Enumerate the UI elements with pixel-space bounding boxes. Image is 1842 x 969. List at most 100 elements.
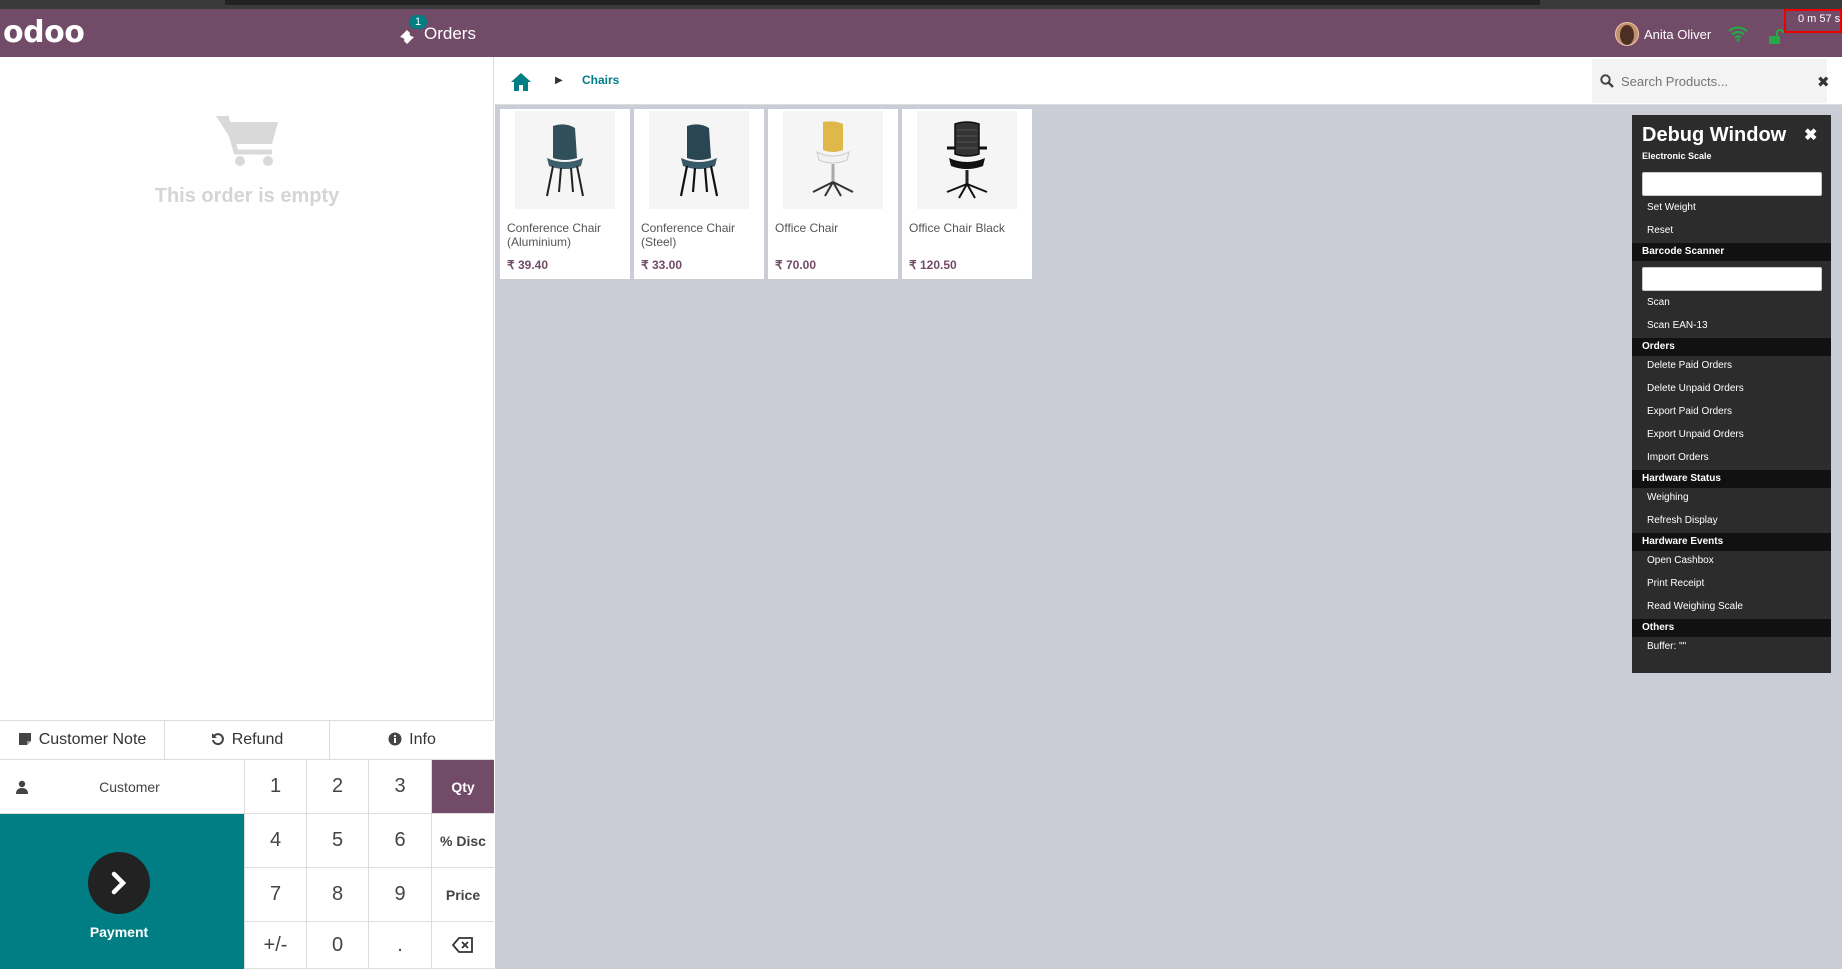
numpad-key-9[interactable]: 9: [368, 868, 431, 922]
product-name: Office Chair Black: [909, 221, 1005, 235]
customer-note-button[interactable]: Customer Note: [0, 721, 165, 759]
decimal-point-button[interactable]: .: [368, 922, 431, 969]
search-icon: [1600, 74, 1614, 88]
close-icon[interactable]: ✖: [1804, 125, 1817, 145]
read-weighing-scale-button[interactable]: Read Weighing Scale: [1647, 601, 1743, 612]
wifi-icon[interactable]: [1728, 26, 1748, 42]
user-menu[interactable]: Anita Oliver: [1615, 19, 1711, 49]
control-buttons: Customer Note Refund Info: [0, 720, 494, 760]
numpad-key-0[interactable]: 0: [306, 922, 368, 969]
price-mode-button[interactable]: Price: [431, 868, 494, 922]
info-label: Info: [409, 731, 436, 748]
orders-label: Orders: [424, 24, 476, 43]
import-orders-button[interactable]: Import Orders: [1647, 452, 1709, 463]
search-box: [1592, 59, 1827, 103]
avatar: [1615, 22, 1639, 46]
empty-order-text: This order is empty: [154, 185, 340, 207]
backspace-button[interactable]: [431, 922, 494, 969]
customer-button[interactable]: Customer: [0, 760, 244, 814]
numpad-key-1[interactable]: 1: [244, 760, 306, 814]
clear-search-icon[interactable]: ✖: [1817, 73, 1830, 91]
weighing-button[interactable]: Weighing: [1647, 492, 1689, 503]
payment-label: Payment: [89, 924, 149, 940]
product-image: [649, 111, 749, 209]
pos-header: odoo 1 Orders Anita Oliver 0 m 57 s: [0, 9, 1842, 57]
open-cashbox-button[interactable]: Open Cashbox: [1647, 555, 1714, 566]
debug-window: Debug Window ✖ Electronic Scale Set Weig…: [1632, 115, 1831, 673]
numpad-key-5[interactable]: 5: [306, 814, 368, 868]
product-price: ₹ 39.40: [507, 258, 548, 272]
numpad-key-7[interactable]: 7: [244, 868, 306, 922]
caret-right-icon: ▶: [555, 75, 563, 86]
search-input[interactable]: [1621, 73, 1801, 89]
refund-button[interactable]: Refund: [165, 721, 330, 759]
product-name: Conference Chair (Aluminium): [507, 221, 602, 249]
barcode-input[interactable]: [1642, 267, 1822, 291]
barcode-scanner-section: Barcode Scanner: [1632, 243, 1831, 261]
product-card[interactable]: Office Chair ₹ 70.00: [768, 109, 898, 279]
numpad-key-3[interactable]: 3: [368, 760, 431, 814]
orders-section: Orders: [1632, 338, 1831, 356]
breadcrumb: ▶ Chairs ✖: [495, 57, 1842, 105]
reset-button[interactable]: Reset: [1647, 225, 1673, 236]
odoo-logo: odoo: [3, 15, 85, 50]
browser-tab-strip: [225, 0, 1540, 5]
order-pane: This order is empty Customer Note Refund…: [0, 57, 494, 969]
user-name: Anita Oliver: [1644, 26, 1712, 42]
numpad-key-2[interactable]: 2: [306, 760, 368, 814]
refund-label: Refund: [231, 731, 284, 748]
product-price: ₹ 70.00: [775, 258, 816, 272]
product-name: Office Chair: [775, 221, 839, 235]
browser-strip: [0, 0, 1842, 9]
cart-icon: [216, 115, 278, 166]
export-paid-orders-button[interactable]: Export Paid Orders: [1647, 406, 1732, 417]
numpad-key-8[interactable]: 8: [306, 868, 368, 922]
refresh-display-button[interactable]: Refresh Display: [1647, 515, 1718, 526]
home-icon[interactable]: [510, 72, 532, 92]
numpad-key-6[interactable]: 6: [368, 814, 431, 868]
orders-count-badge: 1: [409, 15, 428, 29]
breadcrumb-category[interactable]: Chairs: [582, 73, 619, 87]
info-button[interactable]: Info: [330, 721, 494, 759]
product-list: Conference Chair (Aluminium) ₹ 39.40 Con…: [500, 109, 1032, 279]
export-unpaid-orders-button[interactable]: Export Unpaid Orders: [1647, 429, 1744, 440]
debug-subtitle: Electronic Scale: [1642, 151, 1712, 161]
numpad: 1 2 3 Qty 4 5 6 % Disc 7 8 9 Price +/- 0…: [244, 760, 494, 969]
scan-button[interactable]: Scan: [1647, 297, 1670, 308]
backspace-icon: [452, 937, 473, 953]
customer-note-label: Customer Note: [38, 731, 147, 748]
hardware-status-section: Hardware Status: [1632, 470, 1831, 488]
product-price: ₹ 120.50: [909, 258, 957, 272]
discount-mode-button[interactable]: % Disc: [431, 814, 494, 868]
product-price: ₹ 33.00: [641, 258, 682, 272]
lock-icon[interactable]: [1768, 29, 1784, 45]
print-receipt-button[interactable]: Print Receipt: [1647, 578, 1704, 589]
set-weight-button[interactable]: Set Weight: [1647, 202, 1696, 213]
product-image: [515, 111, 615, 209]
product-card[interactable]: Conference Chair (Aluminium) ₹ 39.40: [500, 109, 630, 279]
payment-button[interactable]: Payment: [0, 814, 244, 969]
product-card[interactable]: Office Chair Black ₹ 120.50: [902, 109, 1032, 279]
others-section: Others: [1632, 619, 1831, 637]
product-image: [917, 111, 1017, 209]
orders-button[interactable]: 1 Orders: [398, 15, 476, 49]
chevron-right-icon: [88, 852, 150, 914]
delete-paid-orders-button[interactable]: Delete Paid Orders: [1647, 360, 1732, 371]
scan-ean13-button[interactable]: Scan EAN-13: [1647, 320, 1708, 331]
empty-order: This order is empty: [0, 112, 494, 208]
product-card[interactable]: Conference Chair (Steel) ₹ 33.00: [634, 109, 764, 279]
debug-title: Debug Window: [1642, 124, 1787, 146]
undo-icon: [211, 732, 225, 749]
hardware-events-section: Hardware Events: [1632, 533, 1831, 551]
delete-unpaid-orders-button[interactable]: Delete Unpaid Orders: [1647, 383, 1744, 394]
product-image: [783, 111, 883, 209]
numpad-key-4[interactable]: 4: [244, 814, 306, 868]
action-pad: Customer Payment 1 2 3 Qty 4 5 6 % Disc …: [0, 760, 494, 969]
qty-mode-button[interactable]: Qty: [431, 760, 494, 814]
note-icon: [18, 732, 32, 749]
buffer-value: Buffer: "": [1647, 641, 1687, 652]
sign-toggle-button[interactable]: +/-: [244, 922, 306, 969]
weight-input[interactable]: [1642, 172, 1822, 196]
info-icon: [388, 732, 402, 749]
user-icon: [16, 780, 28, 794]
